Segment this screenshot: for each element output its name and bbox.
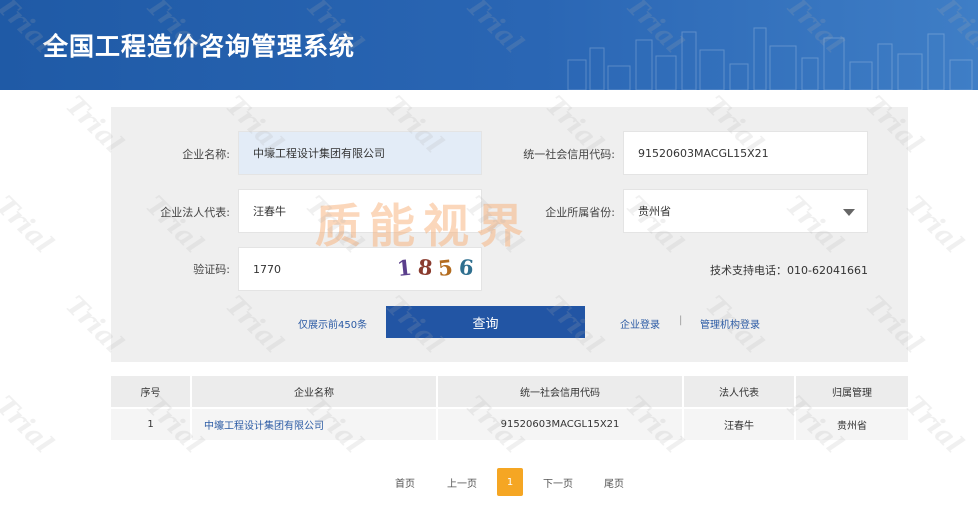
result-limit-note: 仅展示前450条 xyxy=(298,320,368,331)
page: 全国工程造价咨询管理系统 企业名称: 中壕工程设计集团有限公司 统一社会信用代码… xyxy=(0,0,978,516)
pager-current-page[interactable]: 1 xyxy=(497,468,523,496)
chevron-down-icon xyxy=(843,209,855,216)
trial-watermark: Trial xyxy=(0,190,59,260)
col-header-legal-rep: 法人代表 xyxy=(683,376,796,408)
support-phone: 技术支持电话：010-62041661 xyxy=(710,264,868,277)
trial-watermark: Trial xyxy=(899,190,969,260)
company-login-link[interactable]: 企业登录 xyxy=(620,316,660,331)
pager-prev[interactable]: 上一页 xyxy=(440,468,484,496)
cell-legal-rep: 汪春牛 xyxy=(683,407,796,440)
pager-last[interactable]: 尾页 xyxy=(597,468,631,496)
captcha-digit: 5 xyxy=(436,253,461,282)
trial-watermark: Trial xyxy=(899,390,969,460)
captcha-digit: 1 xyxy=(395,253,419,282)
pager-next[interactable]: 下一页 xyxy=(536,468,580,496)
captcha-digit: 6 xyxy=(457,253,481,282)
captcha-label: 验证码: xyxy=(193,263,230,276)
link-separator: | xyxy=(679,315,683,326)
skyline-decoration xyxy=(567,27,973,90)
captcha-image[interactable]: 1856 xyxy=(395,253,481,282)
pager-first[interactable]: 首页 xyxy=(388,468,422,496)
trial-watermark: Trial xyxy=(0,390,59,460)
company-name-label: 企业名称: xyxy=(182,148,230,161)
